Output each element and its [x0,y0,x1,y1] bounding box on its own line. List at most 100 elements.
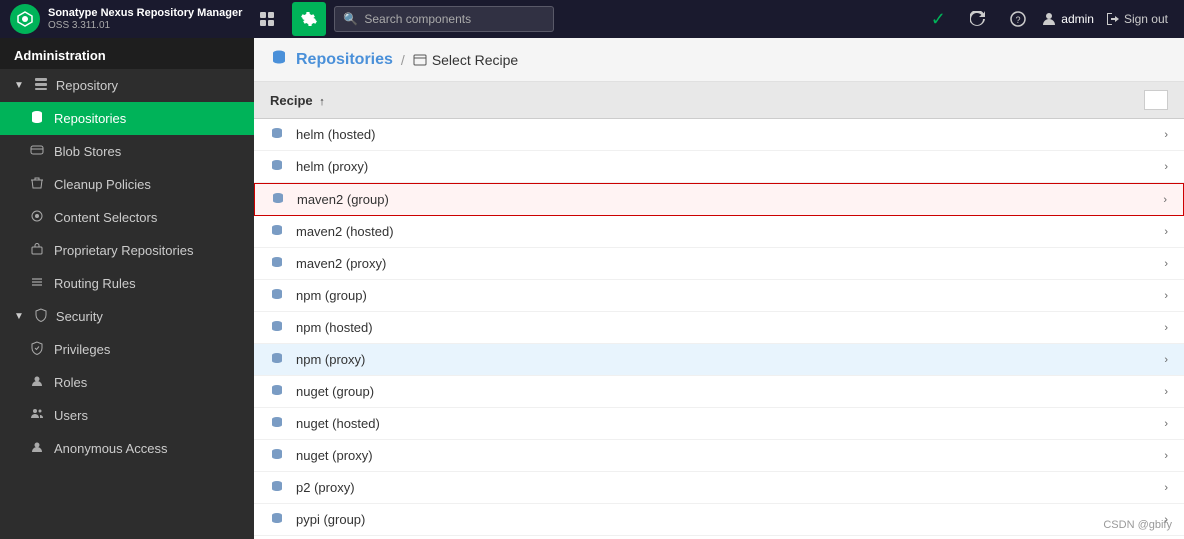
search-placeholder: Search components [364,12,471,26]
row-db-icon [270,447,286,464]
row-db-icon [270,319,286,336]
row-chevron-icon: › [1163,194,1167,206]
table-row[interactable]: npm (group) › [254,280,1184,312]
app-version: OSS 3.311.01 [48,20,242,31]
row-name: npm (proxy) [296,352,1164,367]
sidebar-item-users-label: Users [54,408,88,423]
sidebar-group-security[interactable]: ▼ Security [0,300,254,333]
row-chevron-icon: › [1164,386,1168,398]
user-section[interactable]: admin [1041,11,1094,27]
content-selectors-icon [30,209,46,226]
row-name: pypi (group) [296,512,1164,527]
sidebar-item-roles[interactable]: Roles [0,366,254,399]
brand: Sonatype Nexus Repository Manager OSS 3.… [10,4,242,34]
privileges-icon [30,341,46,358]
table-row[interactable]: maven2 (proxy) › [254,248,1184,280]
help-icon-btn[interactable]: ? [1001,2,1035,36]
table-row[interactable]: helm (hosted) › [254,119,1184,151]
table-container: Recipe ↑ helm (hosted) › helm (proxy) › [254,82,1184,539]
brand-logo [10,4,40,34]
refresh-icon-btn[interactable] [961,2,995,36]
row-name: nuget (proxy) [296,448,1164,463]
database-icon [30,110,46,127]
sidebar-item-blob-stores[interactable]: Blob Stores [0,135,254,168]
sidebar-section-title: Administration [0,38,254,69]
breadcrumb-current-label: Select Recipe [432,52,518,68]
row-chevron-icon: › [1164,482,1168,494]
sidebar-item-proprietary-repositories-label: Proprietary Repositories [54,243,193,258]
sidebar-item-anonymous-access[interactable]: Anonymous Access [0,432,254,465]
sidebar-group-security-label: Security [56,309,103,324]
sign-out-btn[interactable]: Sign out [1100,8,1174,30]
table-row[interactable]: nuget (proxy) › [254,440,1184,472]
breadcrumb-separator: / [401,52,405,68]
row-name: helm (hosted) [296,127,1164,142]
roles-icon [30,374,46,391]
brand-text: Sonatype Nexus Repository Manager OSS 3.… [48,7,242,31]
row-chevron-icon: › [1164,514,1168,526]
sidebar-item-repositories[interactable]: Repositories [0,102,254,135]
sidebar-item-proprietary-repositories[interactable]: Proprietary Repositories [0,234,254,267]
blob-stores-icon [30,143,46,160]
proprietary-icon [30,242,46,259]
browse-icon-btn[interactable] [250,2,284,36]
row-db-icon [270,287,286,304]
row-chevron-icon: › [1164,322,1168,334]
sidebar-group-repository-label: Repository [56,78,118,93]
sidebar-item-blob-stores-label: Blob Stores [54,144,121,159]
search-box[interactable]: 🔍 Search components [334,6,554,32]
table-row[interactable]: npm (hosted) › [254,312,1184,344]
row-name: npm (hosted) [296,320,1164,335]
chevron-down-icon: ▼ [14,80,24,91]
table-row[interactable]: helm (proxy) › [254,151,1184,183]
breadcrumb-link[interactable]: Repositories [296,51,393,69]
sidebar-item-privileges-label: Privileges [54,342,110,357]
row-chevron-icon: › [1164,418,1168,430]
row-name: maven2 (hosted) [296,224,1164,239]
row-chevron-icon: › [1164,354,1168,366]
breadcrumb-icon [270,48,288,71]
anonymous-icon [30,440,46,457]
row-name: nuget (group) [296,384,1164,399]
sidebar-item-cleanup-policies[interactable]: Cleanup Policies [0,168,254,201]
sidebar-item-users[interactable]: Users [0,399,254,432]
row-chevron-icon: › [1164,258,1168,270]
table-row[interactable]: nuget (hosted) › [254,408,1184,440]
sign-out-label: Sign out [1124,12,1168,26]
search-icon: 🔍 [343,12,358,26]
table-row[interactable]: npm (proxy) › [254,344,1184,376]
table-row[interactable]: p2 (proxy) › [254,472,1184,504]
sidebar-item-privileges[interactable]: Privileges [0,333,254,366]
row-db-icon [270,415,286,432]
row-chevron-icon: › [1164,450,1168,462]
settings-icon-btn[interactable] [292,2,326,36]
row-chevron-icon: › [1164,129,1168,141]
sidebar-item-routing-rules[interactable]: Routing Rules [0,267,254,300]
svg-text:?: ? [1016,15,1021,25]
sidebar: Administration ▼ Repository [0,38,254,539]
row-name: npm (group) [296,288,1164,303]
row-name: nuget (hosted) [296,416,1164,431]
sidebar-item-content-selectors[interactable]: Content Selectors [0,201,254,234]
breadcrumb: Repositories / Select Recipe [254,38,1184,82]
cleanup-icon [30,176,46,193]
status-icon-btn[interactable]: ✓ [921,2,955,36]
table-row[interactable]: maven2 (group) › [254,183,1184,216]
navbar: Sonatype Nexus Repository Manager OSS 3.… [0,0,1184,38]
sidebar-item-routing-rules-label: Routing Rules [54,276,136,291]
navbar-right: ✓ ? admin Sign out [921,2,1174,36]
row-db-icon [270,158,286,175]
sidebar-item-roles-label: Roles [54,375,87,390]
row-chevron-icon: › [1164,290,1168,302]
table-row[interactable]: maven2 (hosted) › [254,216,1184,248]
sidebar-group-repository[interactable]: ▼ Repository [0,69,254,102]
table-row[interactable]: pypi (group) › [254,504,1184,536]
row-db-icon [270,126,286,143]
row-db-icon [270,479,286,496]
row-db-icon [270,383,286,400]
table-row[interactable]: nuget (group) › [254,376,1184,408]
row-name: helm (proxy) [296,159,1164,174]
header-action-placeholder [1144,90,1168,110]
main-content: Repositories / Select Recipe Recipe ↑ [254,38,1184,539]
routing-icon [30,275,46,292]
